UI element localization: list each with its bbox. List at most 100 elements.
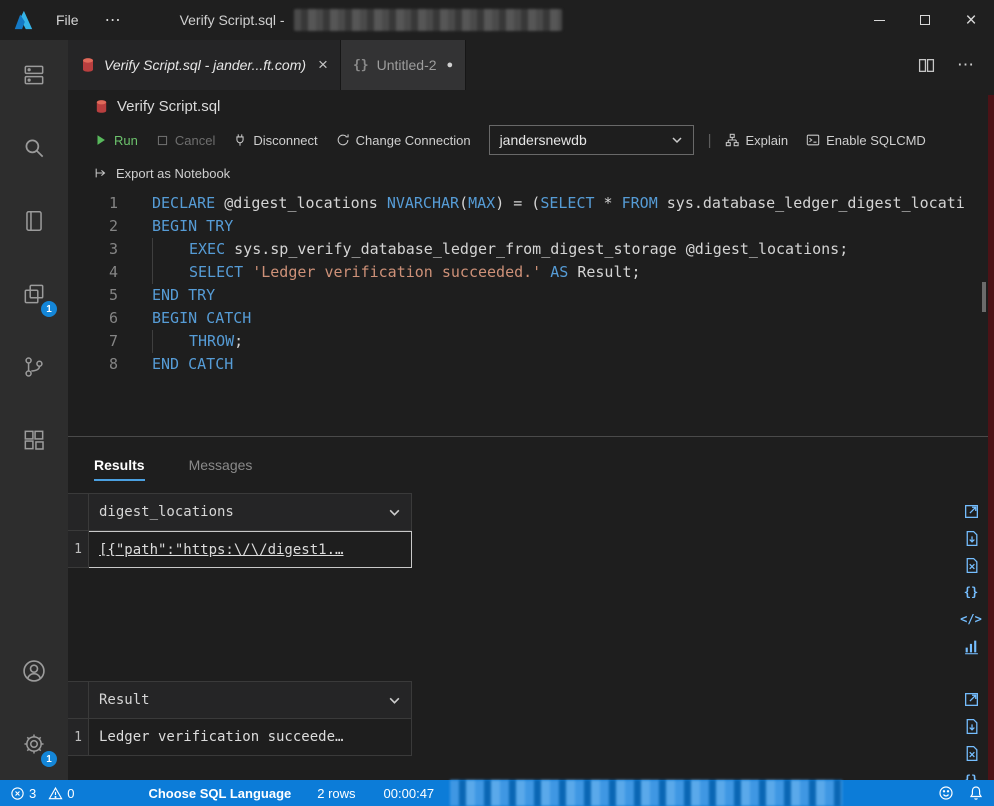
sidebar-item-settings[interactable]: 1 [10, 720, 58, 768]
row-number-cell[interactable]: 1 [68, 719, 89, 756]
save-as-json-icon[interactable]: {} [961, 770, 981, 780]
code-line[interactable]: 5END TRY [68, 284, 994, 307]
disconnect-plug-icon [233, 133, 247, 147]
line-number: 4 [68, 261, 118, 284]
sidebar-item-notebooks[interactable] [10, 197, 58, 245]
cancel-icon [156, 134, 169, 147]
language-selector[interactable]: Choose SQL Language [148, 786, 291, 801]
sidebar-item-connections[interactable] [10, 51, 58, 99]
chevron-down-icon[interactable] [388, 696, 401, 705]
grid-header-row: digest_locations [68, 493, 412, 531]
run-button[interactable]: Run [94, 133, 138, 148]
run-icon [94, 133, 108, 147]
settings-badge: 1 [41, 751, 57, 767]
app-window: File ⋯ Verify Script.sql - × 1 [0, 0, 994, 806]
change-connection-button[interactable]: Change Connection [336, 133, 471, 148]
sidebar-item-search[interactable] [10, 124, 58, 172]
line-number: 5 [68, 284, 118, 307]
grid-corner-cell[interactable] [68, 681, 89, 719]
errors-indicator[interactable]: 3 [10, 786, 36, 801]
tab-untitled-2[interactable]: {} Untitled-2 ● [341, 40, 466, 90]
explain-label: Explain [745, 133, 788, 148]
save-as-xml-icon[interactable]: </> [961, 609, 981, 629]
titlebar: File ⋯ Verify Script.sql - × [0, 0, 994, 40]
tab-messages[interactable]: Messages [189, 457, 253, 473]
status-right-icons [938, 785, 984, 801]
tab-results[interactable]: Results [94, 457, 145, 473]
maximize-grid-icon[interactable] [961, 689, 981, 709]
tab-verify-script[interactable]: Verify Script.sql - jander...ft.com) × [68, 40, 341, 90]
minimize-button[interactable] [856, 0, 902, 40]
grid-column-header[interactable]: digest_locations [89, 493, 412, 531]
save-as-json-icon[interactable]: {} [961, 582, 981, 602]
explain-button[interactable]: Explain [725, 133, 788, 148]
grid-column-name: Result [99, 692, 150, 708]
activity-bar: 1 1 [0, 40, 68, 780]
sidebar-item-account[interactable] [10, 647, 58, 695]
line-number: 8 [68, 353, 118, 376]
warnings-indicator[interactable]: 0 [48, 786, 74, 801]
close-button[interactable]: × [948, 0, 994, 40]
row-count-status: 2 rows [317, 786, 355, 801]
split-editor-icon[interactable] [918, 57, 935, 74]
line-number: 6 [68, 307, 118, 330]
sidebar-item-extensions[interactable] [10, 416, 58, 464]
code-line[interactable]: 2BEGIN TRY [68, 215, 994, 238]
disconnect-button[interactable]: Disconnect [233, 133, 317, 148]
braces-icon: {} [353, 58, 369, 73]
notifications-bell-icon[interactable] [968, 785, 984, 801]
sidebar-item-explorer[interactable]: 1 [10, 270, 58, 318]
redacted-title-text [294, 9, 562, 31]
save-as-excel-icon[interactable] [961, 743, 981, 763]
chart-icon[interactable] [961, 636, 981, 656]
code-line[interactable]: 1DECLARE @digest_locations NVARCHAR(MAX)… [68, 192, 994, 215]
save-as-csv-icon[interactable] [961, 528, 981, 548]
tab-label: Verify Script.sql - jander...ft.com) [104, 57, 306, 73]
chevron-down-icon[interactable] [388, 508, 401, 517]
code-line[interactable]: 7THROW; [68, 330, 994, 353]
editor-scrollbar-thumb[interactable] [982, 282, 986, 312]
code-line[interactable]: 3EXEC sys.sp_verify_database_ledger_from… [68, 238, 994, 261]
code-line[interactable]: 6BEGIN CATCH [68, 307, 994, 330]
warning-icon [48, 786, 63, 801]
result-grid: Result 1Ledger verification succeede… [68, 681, 412, 756]
tab-actions: ⋯ [918, 40, 994, 90]
menu-file[interactable]: File [56, 12, 79, 28]
window-title: Verify Script.sql - [180, 9, 562, 31]
enable-sqlcmd-button[interactable]: Enable SQLCMD [806, 133, 926, 148]
status-bar: 3 0 Choose SQL Language 2 rows 00:00:47 [0, 780, 994, 806]
app-logo-icon [12, 9, 34, 31]
query-toolbar: Run Cancel Disconnect Change Connection … [68, 122, 994, 158]
maximize-grid-icon[interactable] [961, 501, 981, 521]
result-value-cell[interactable]: Ledger verification succeede… [89, 719, 412, 756]
export-notebook-icon [94, 166, 108, 180]
grid-action-bar: {} </> [961, 501, 981, 656]
database-icon [94, 99, 109, 114]
tab-close-icon[interactable]: × [318, 55, 328, 75]
code-line[interactable]: 8END CATCH [68, 353, 994, 376]
line-number: 2 [68, 215, 118, 238]
explain-icon [725, 133, 739, 147]
more-actions-icon[interactable]: ⋯ [957, 55, 974, 75]
save-as-excel-icon[interactable] [961, 555, 981, 575]
grid-rows: 1[{"path":"https:\/\/digest1.… [68, 531, 412, 568]
code-area[interactable]: 1DECLARE @digest_locations NVARCHAR(MAX)… [68, 188, 994, 436]
export-as-notebook-button[interactable]: Export as Notebook [68, 158, 994, 188]
maximize-button[interactable] [902, 0, 948, 40]
tab-strip: Verify Script.sql - jander...ft.com) × {… [68, 40, 994, 90]
grid-corner-cell[interactable] [68, 493, 89, 531]
code-line[interactable]: 4SELECT 'Ledger verification succeeded.'… [68, 261, 994, 284]
result-value-cell[interactable]: [{"path":"https:\/\/digest1.… [89, 531, 412, 568]
redacted-status-text [450, 780, 842, 806]
notebook-icon [21, 208, 47, 234]
menu-more-icon[interactable]: ⋯ [105, 10, 122, 30]
feedback-icon[interactable] [938, 785, 954, 801]
results-tab-bar: Results Messages [68, 437, 994, 483]
row-number-cell[interactable]: 1 [68, 531, 89, 568]
database-dropdown[interactable]: jandersnewdb [489, 125, 694, 155]
cancel-button: Cancel [156, 133, 215, 148]
connections-icon [21, 62, 47, 88]
save-as-csv-icon[interactable] [961, 716, 981, 736]
sidebar-item-source-control[interactable] [10, 343, 58, 391]
grid-column-header[interactable]: Result [89, 681, 412, 719]
